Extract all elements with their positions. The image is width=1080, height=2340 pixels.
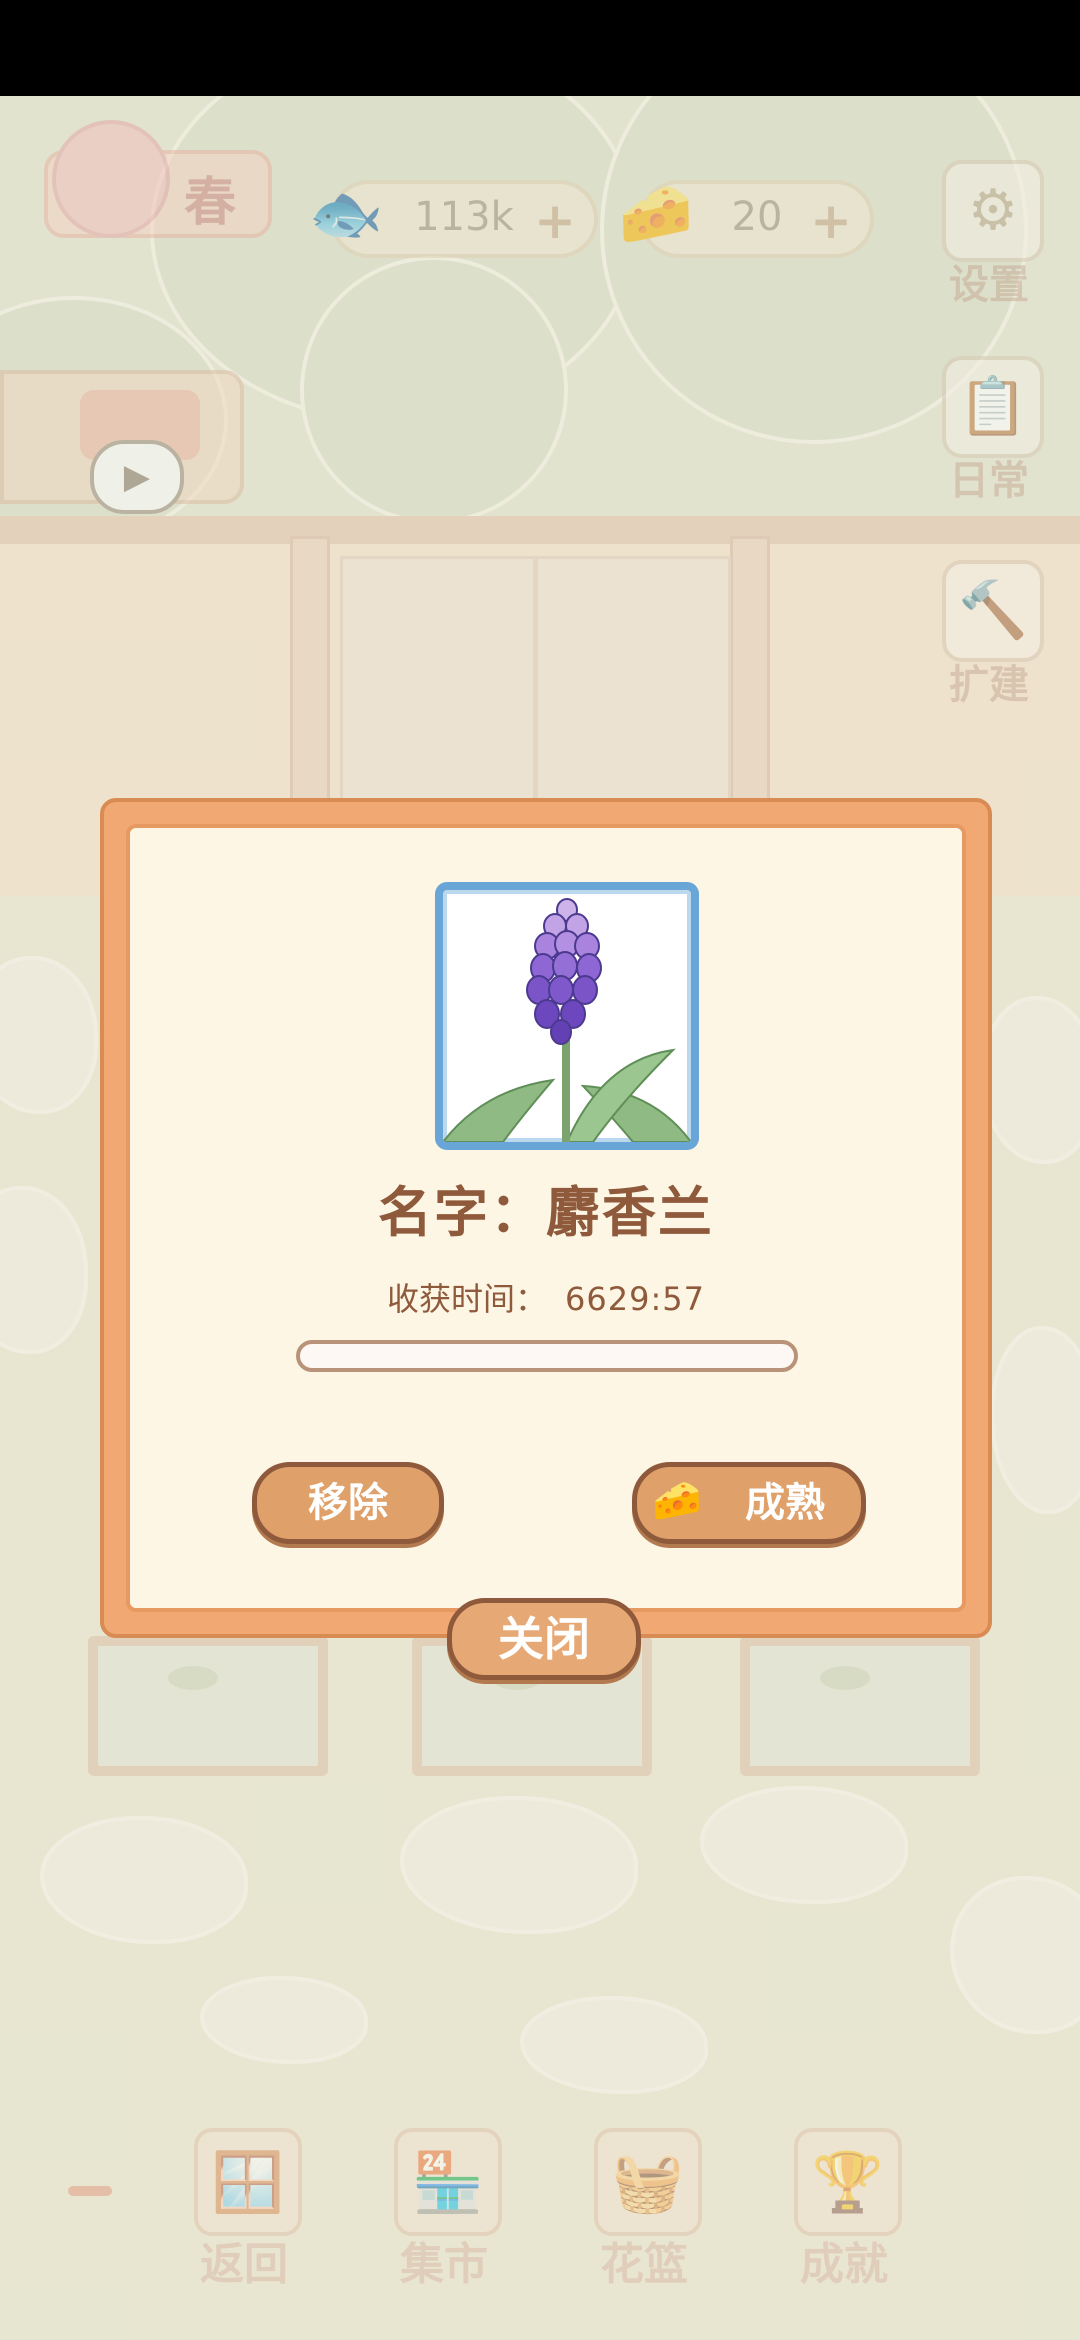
nav-back-label: 返回	[200, 2239, 288, 2290]
close-button[interactable]: 关闭	[447, 1598, 641, 1680]
harvest-time-row: 收获时间： 6629:57	[130, 1274, 962, 1320]
expand-label: 扩建	[949, 662, 1029, 708]
settings-button[interactable]: ⚙ 设置	[934, 160, 1044, 310]
muscari-illustration	[443, 898, 691, 1142]
collapse-dash[interactable]	[68, 2186, 112, 2196]
nav-basket-label: 花篮	[600, 2239, 688, 2290]
growth-progress-bar	[296, 1340, 798, 1372]
cheese-currency[interactable]: 🧀 20 +	[619, 179, 874, 258]
expand-button[interactable]: 🔨 扩建	[934, 560, 1044, 710]
daily-label: 日常	[949, 458, 1029, 504]
hammer-icon: 🔨	[942, 560, 1044, 662]
market-stall-icon: 🏪	[394, 2128, 502, 2236]
flower-basket-icon: 🧺	[594, 2128, 702, 2236]
nav-achievements-label: 成就	[800, 2239, 888, 2290]
nav-basket[interactable]: 🧺 花篮	[576, 2128, 712, 2290]
window-icon: 🪟	[194, 2128, 302, 2236]
add-fish-button[interactable]: +	[534, 192, 576, 250]
clipboard-icon: 📋	[942, 356, 1044, 458]
harvest-countdown: 6629:57	[565, 1280, 705, 1318]
harvest-label: 收获时间：	[387, 1280, 548, 1318]
remove-button[interactable]: 移除	[252, 1462, 444, 1544]
gear-icon: ⚙	[942, 160, 1044, 262]
daily-button[interactable]: 📋 日常	[934, 356, 1044, 506]
dialog-panel: 名字：麝香兰 收获时间： 6629:57 移除 🧀 成熟	[126, 824, 966, 1612]
plant-info-dialog: 名字：麝香兰 收获时间： 6629:57 移除 🧀 成熟	[100, 798, 992, 1638]
plant-name: 名字：麝香兰	[378, 1181, 714, 1244]
watering-ad-button[interactable]: ▶	[0, 370, 244, 514]
trophy-icon: 🏆	[794, 2128, 902, 2236]
settings-label: 设置	[949, 262, 1029, 308]
status-bar	[0, 0, 1080, 96]
ripen-button[interactable]: 🧀 成熟	[632, 1462, 866, 1544]
nav-achievements[interactable]: 🏆 成就	[776, 2128, 912, 2290]
nav-market-label: 集市	[400, 2239, 488, 2290]
fish-currency[interactable]: 🐟 113k +	[309, 179, 598, 258]
cheese-icon: 🧀	[652, 1478, 702, 1524]
ripen-label: 成熟	[745, 1480, 825, 1526]
play-icon: ▶	[90, 440, 184, 514]
season-label: 春	[184, 173, 237, 233]
add-cheese-button[interactable]: +	[810, 192, 852, 250]
flower-image	[435, 882, 699, 1150]
nav-back[interactable]: 🪟 返回	[176, 2128, 312, 2290]
nav-market[interactable]: 🏪 集市	[376, 2128, 512, 2290]
tree-icon	[52, 120, 170, 238]
season-indicator[interactable]: 春	[44, 120, 272, 250]
